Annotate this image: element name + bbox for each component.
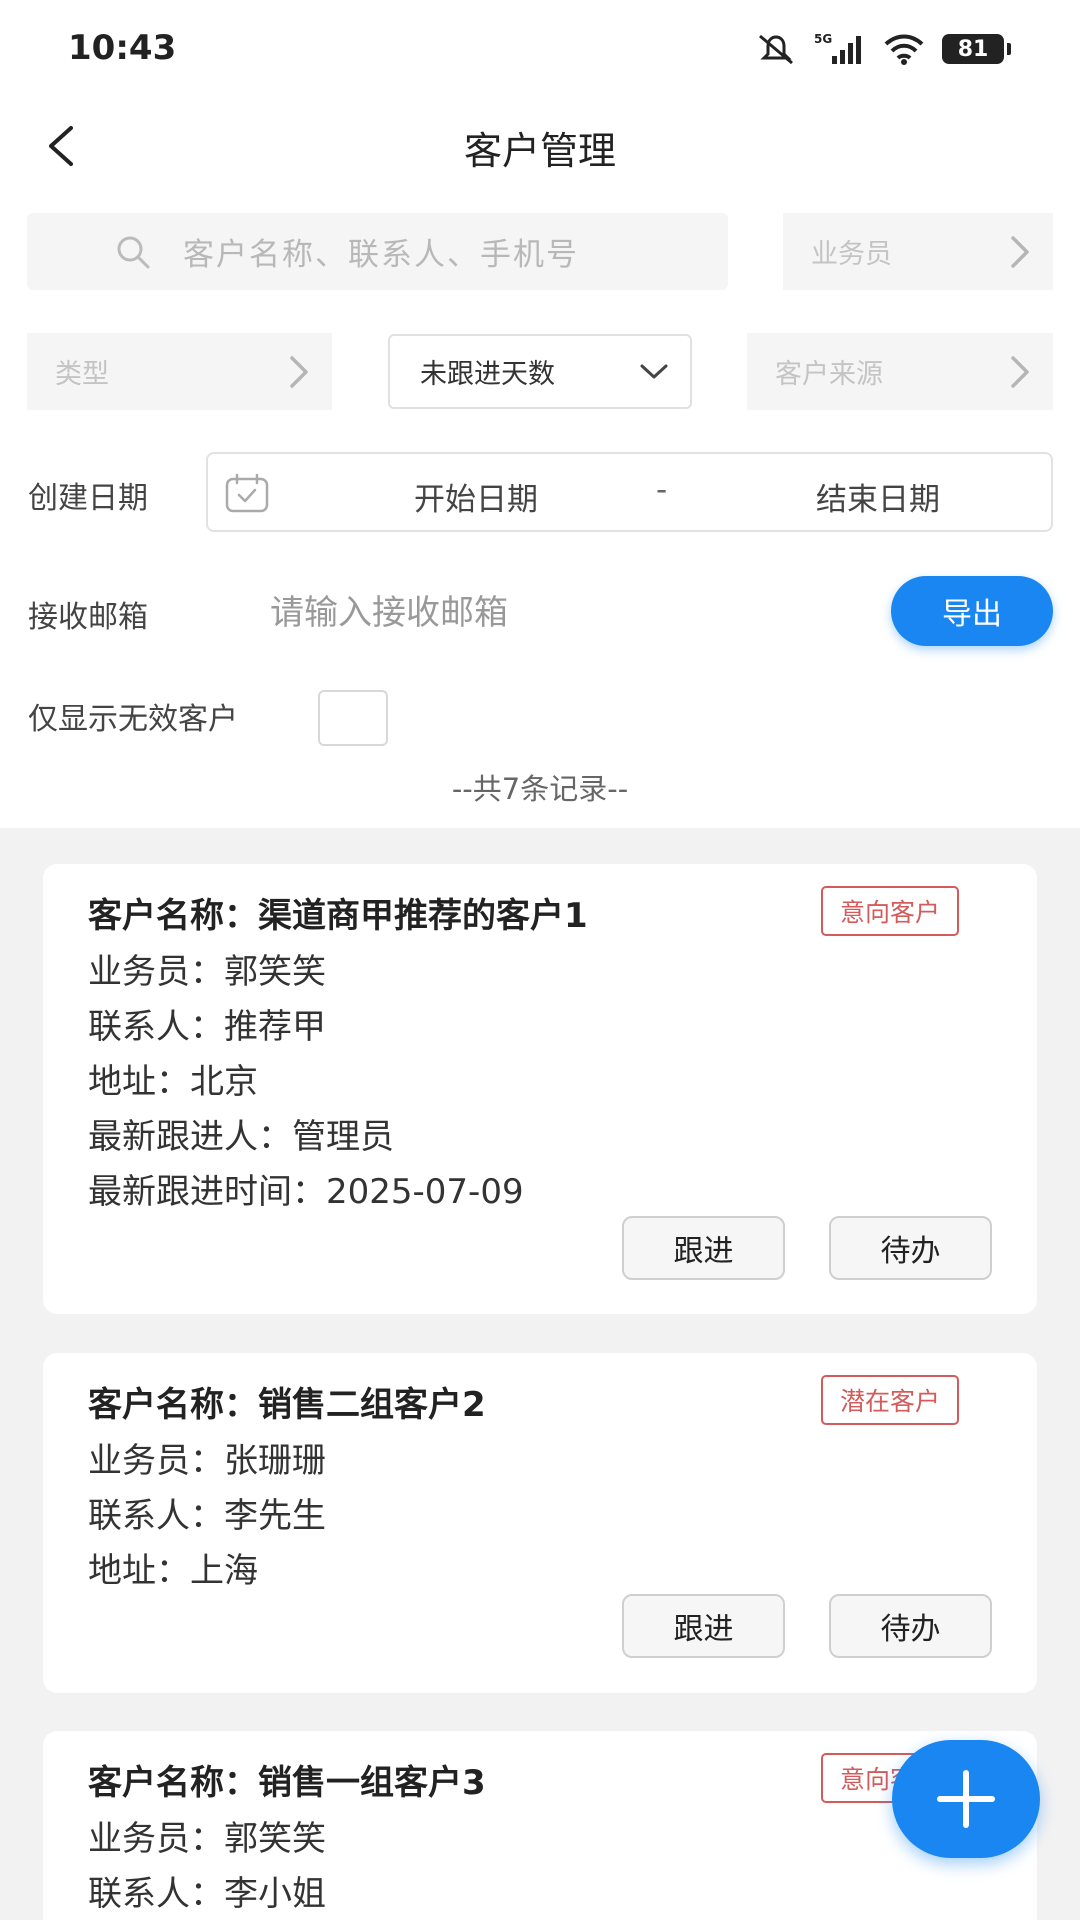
date-separator: - [656,472,668,508]
status-time: 10:43 [68,28,177,68]
battery-icon: 81 [942,34,1011,64]
status-icons: 5G 81 [754,32,1011,66]
todo-button[interactable]: 待办 [829,1594,992,1658]
customer-card[interactable]: 客户名称：渠道商甲推荐的客户1 意向客户 业务员：郭笑笑 联系人：推荐甲 地址：… [43,864,1037,1314]
wifi-icon [884,34,924,65]
chevron-down-icon [640,364,668,378]
search-input[interactable]: 客户名称、联系人、手机号 [27,213,728,290]
source-select[interactable]: 客户来源 [747,333,1053,410]
customer-address: 地址：上海 [88,1551,258,1591]
export-button[interactable]: 导出 [891,576,1053,646]
customer-contact: 联系人：推荐甲 [88,1007,326,1047]
customer-name: 客户名称：销售一组客户3 [88,1763,486,1803]
todo-button[interactable]: 待办 [829,1216,992,1280]
salesperson-select[interactable]: 业务员 [783,213,1053,290]
calendar-icon [225,473,269,513]
invalid-only-label: 仅显示无效客户 [28,702,238,737]
plus-icon [937,1770,995,1828]
customer-name: 客户名称：渠道商甲推荐的客户1 [88,896,588,936]
search-icon [117,236,150,268]
type-label: 类型 [55,359,109,390]
customer-address: 地址：北京 [88,1062,258,1102]
invalid-only-checkbox[interactable] [318,690,388,746]
status-bar: 10:43 5G 81 [0,0,1080,100]
header: 客户管理 [0,100,1080,190]
unfollowed-days-dropdown[interactable]: 未跟进天数 [388,334,692,409]
page-title: 客户管理 [463,129,616,173]
customer-card[interactable]: 客户名称：销售一组客户3 意向客户 业务员：郭笑笑 联系人：李小姐 [43,1731,1037,1920]
date-range-picker[interactable]: 开始日期 - 结束日期 [206,452,1053,532]
record-count: --共7条记录-- [451,772,629,806]
end-date-field[interactable]: 结束日期 [798,474,958,519]
customer-latest-follower: 最新跟进人：管理员 [88,1117,394,1157]
type-select[interactable]: 类型 [27,333,332,410]
email-label: 接收邮箱 [28,600,148,635]
unfollowed-days-label: 未跟进天数 [420,359,555,390]
add-customer-button[interactable] [892,1740,1040,1858]
search-placeholder: 客户名称、联系人、手机号 [183,237,579,273]
chevron-right-icon [1011,235,1029,268]
customer-salesperson: 业务员：张珊珊 [88,1441,326,1481]
chevron-right-icon [290,355,308,388]
signal-icon: 5G [814,32,861,64]
customer-tag: 潜在客户 [821,1375,959,1425]
email-input[interactable]: 请输入接收邮箱 [270,585,508,634]
customer-contact: 联系人：李先生 [88,1496,326,1536]
network-label: 5G [814,32,832,46]
customer-salesperson: 业务员：郭笑笑 [88,952,326,992]
salesperson-label: 业务员 [811,239,892,270]
customer-tag: 意向客户 [821,886,959,936]
start-date-field[interactable]: 开始日期 [396,474,556,519]
follow-up-button[interactable]: 跟进 [622,1216,785,1280]
customer-card[interactable]: 客户名称：销售二组客户2 潜在客户 业务员：张珊珊 联系人：李先生 地址：上海 … [43,1353,1037,1693]
chevron-right-icon [1011,355,1029,388]
customer-latest-follow-time: 最新跟进时间：2025-07-09 [88,1172,524,1212]
mute-icon [759,34,793,65]
customer-contact: 联系人：李小姐 [88,1874,326,1914]
source-label: 客户来源 [775,359,883,390]
create-date-label: 创建日期 [28,481,148,516]
customer-name: 客户名称：销售二组客户2 [88,1385,486,1425]
follow-up-button[interactable]: 跟进 [622,1594,785,1658]
customer-salesperson: 业务员：郭笑笑 [88,1819,326,1859]
